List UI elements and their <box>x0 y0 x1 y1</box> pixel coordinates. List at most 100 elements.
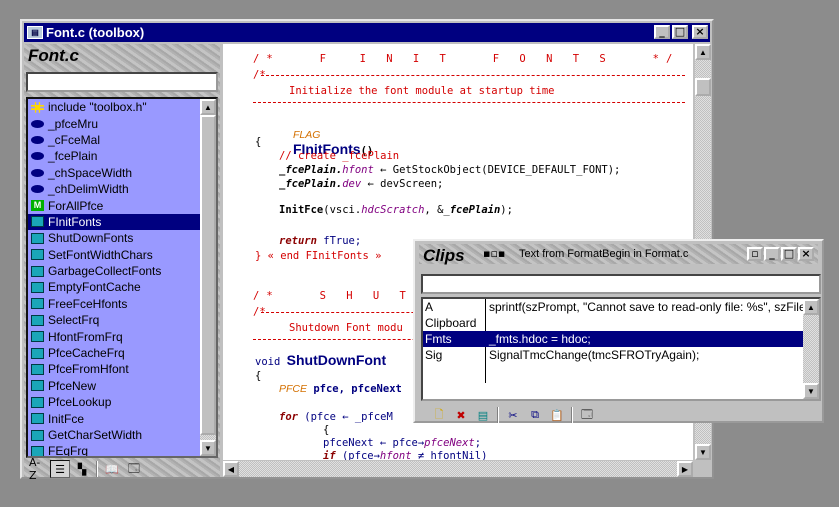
list-item-label: ShutDownFonts <box>48 231 134 246</box>
code-field: hfont <box>379 450 412 460</box>
list-item[interactable]: _chDelimWidth <box>28 181 203 197</box>
list-item[interactable]: include "toolbox.h" <box>28 99 203 115</box>
delete-clip-button[interactable]: ✖ <box>451 406 471 424</box>
list-item[interactable]: PfceLookup <box>28 394 203 410</box>
list-item-label: EmptyFontCache <box>48 280 141 295</box>
symbol-search-input[interactable] <box>26 72 218 92</box>
list-item[interactable]: PfceFromHfont <box>28 361 203 377</box>
list-item-label: SelectFrq <box>48 313 100 328</box>
maximize-button[interactable]: □ <box>672 25 688 39</box>
scroll-left-button[interactable]: ◀ <box>223 461 239 477</box>
cut-button[interactable]: ✂ <box>503 406 523 424</box>
list-item-label: InitFce <box>48 411 85 426</box>
toolbar-separator <box>96 461 98 477</box>
category-view-button[interactable]: ▚ <box>72 460 92 478</box>
list-view-button[interactable]: ☰ <box>50 460 70 478</box>
list-item[interactable]: EmptyFontCache <box>28 279 203 295</box>
list-item[interactable]: FreeFceHfonts <box>28 296 203 312</box>
code-var: _fcePlain. <box>279 178 343 190</box>
clips-subtitle: Text from FormatBegin in Format.c <box>519 248 689 260</box>
list-item-label: _pfceMru <box>48 116 99 131</box>
list-item-label: _chSpaceWidth <box>48 165 133 180</box>
scroll-down-button[interactable]: ▼ <box>200 440 216 456</box>
clip-key: Sig <box>425 348 443 362</box>
code-text: ≠ hfontNil) <box>411 450 488 460</box>
list-item[interactable]: ShutDownFonts <box>28 230 203 246</box>
symbol-pane: Font.c include "toolbox.h" _pfceMru _cFceM… <box>24 44 220 482</box>
brace-open: { <box>323 424 330 436</box>
variable-icon <box>31 119 44 128</box>
code-text: pfce, pfceNext <box>307 383 402 395</box>
list-item[interactable]: _pfceMru <box>28 115 203 131</box>
restore-button[interactable]: ▫ <box>747 247 763 261</box>
list-item[interactable]: PfceNew <box>28 378 203 394</box>
paste-button[interactable]: 📋 <box>547 406 567 424</box>
list-item[interactable]: _cFceMal <box>28 132 203 148</box>
new-clip-button[interactable]: 🗋 <box>429 406 449 424</box>
list-item[interactable]: _chSpaceWidth <box>28 165 203 181</box>
list-item[interactable]: InitFce <box>28 410 203 426</box>
list-item[interactable]: HfontFromFrq <box>28 328 203 344</box>
brace-open: { <box>255 370 262 382</box>
list-item[interactable]: SelectFrq <box>28 312 203 328</box>
if-keyword: if <box>323 450 336 460</box>
scroll-up-button[interactable]: ▲ <box>803 299 819 315</box>
scroll-right-button[interactable]: ▶ <box>677 461 693 477</box>
code-hscrollbar[interactable]: ◀ ▶ <box>223 461 693 477</box>
list-item[interactable]: SetFontWidthChars <box>28 247 203 263</box>
flag-type: FLAG <box>292 129 321 141</box>
variable-icon <box>31 185 44 194</box>
list-item[interactable]: _fcePlain <box>28 148 203 164</box>
scroll-down-button[interactable]: ▼ <box>695 444 711 460</box>
clips-title: Clips <box>423 246 465 265</box>
list-item[interactable]: FEqFrq <box>28 443 203 458</box>
list-item[interactable]: PfceCacheFrq <box>28 345 203 361</box>
table-row[interactable]: Fmts _fmts.hdoc = hdoc; <box>423 331 806 347</box>
edit-clip-button[interactable]: ▤ <box>473 406 493 424</box>
scroll-up-button[interactable]: ▲ <box>695 44 711 60</box>
list-item-label: HfontFromFrq <box>48 329 123 344</box>
shut-description: Shutdown Font modu <box>289 322 403 334</box>
symbol-list-scrollbar[interactable]: ▲ ▼ <box>200 99 216 456</box>
scroll-thumb[interactable] <box>695 78 711 96</box>
list-item[interactable]: FInitFonts <box>28 213 203 231</box>
void-keyword: void <box>255 356 281 368</box>
list-item-label: SetFontWidthChars <box>48 247 153 262</box>
resize-grip[interactable] <box>695 461 711 477</box>
symbol-list: include "toolbox.h" _pfceMru _cFceMal _fceP… <box>26 97 218 458</box>
list-item-label: _chDelimWidth <box>48 182 129 197</box>
table-row[interactable]: Clipboard <box>423 315 806 331</box>
maximize-button[interactable]: □ <box>781 247 797 261</box>
clip-filter-input[interactable] <box>421 274 821 294</box>
return-keyword: return <box>279 235 317 247</box>
list-item[interactable]: GarbageCollectFonts <box>28 263 203 279</box>
code-text: ← devScreen; <box>361 178 444 190</box>
copy-button[interactable]: ⧉ <box>525 406 545 424</box>
clip-scrollbar[interactable]: ▲ ▼ <box>803 299 819 399</box>
scroll-thumb[interactable] <box>200 115 216 435</box>
code-text: fTrue; <box>316 235 362 247</box>
clips-menu-icon[interactable]: ▪▫▪ <box>483 247 505 260</box>
scroll-down-button[interactable]: ▼ <box>803 383 819 399</box>
close-button[interactable]: × <box>692 25 708 39</box>
scroll-up-button[interactable]: ▲ <box>200 99 216 115</box>
window-title: Font.c (toolbox) <box>46 25 145 40</box>
title-bar[interactable]: ▤ Font.c (toolbox) _ □ × <box>24 23 710 42</box>
list-item-label: FEqFrq <box>48 444 89 458</box>
table-row[interactable]: Sig SignalTmcChange(tmcSFROTryAgain); <box>423 347 806 363</box>
list-item[interactable]: M ForAllPfce <box>28 197 203 213</box>
close-button[interactable]: × <box>798 247 814 261</box>
sort-az-button[interactable]: A-Z <box>28 456 48 482</box>
table-row[interactable]: Asprintf(szPrompt, "Cannot save to read-… <box>423 299 806 315</box>
function-icon <box>31 298 44 310</box>
minimize-button[interactable]: _ <box>764 247 780 261</box>
code-field: dev <box>342 178 362 190</box>
properties-button[interactable]: 🗔 <box>124 460 144 478</box>
list-item-label: PfceLookup <box>48 395 112 410</box>
code-text: ; <box>474 437 482 449</box>
clips-title-bar[interactable]: Clips ▪▫▪ Text from FormatBegin in Forma… <box>419 244 818 265</box>
list-item[interactable]: GetCharSetWidth <box>28 427 203 443</box>
properties-button[interactable]: 🗔 <box>577 406 597 424</box>
book-button[interactable]: 📖 <box>102 460 122 478</box>
minimize-button[interactable]: _ <box>654 25 670 39</box>
